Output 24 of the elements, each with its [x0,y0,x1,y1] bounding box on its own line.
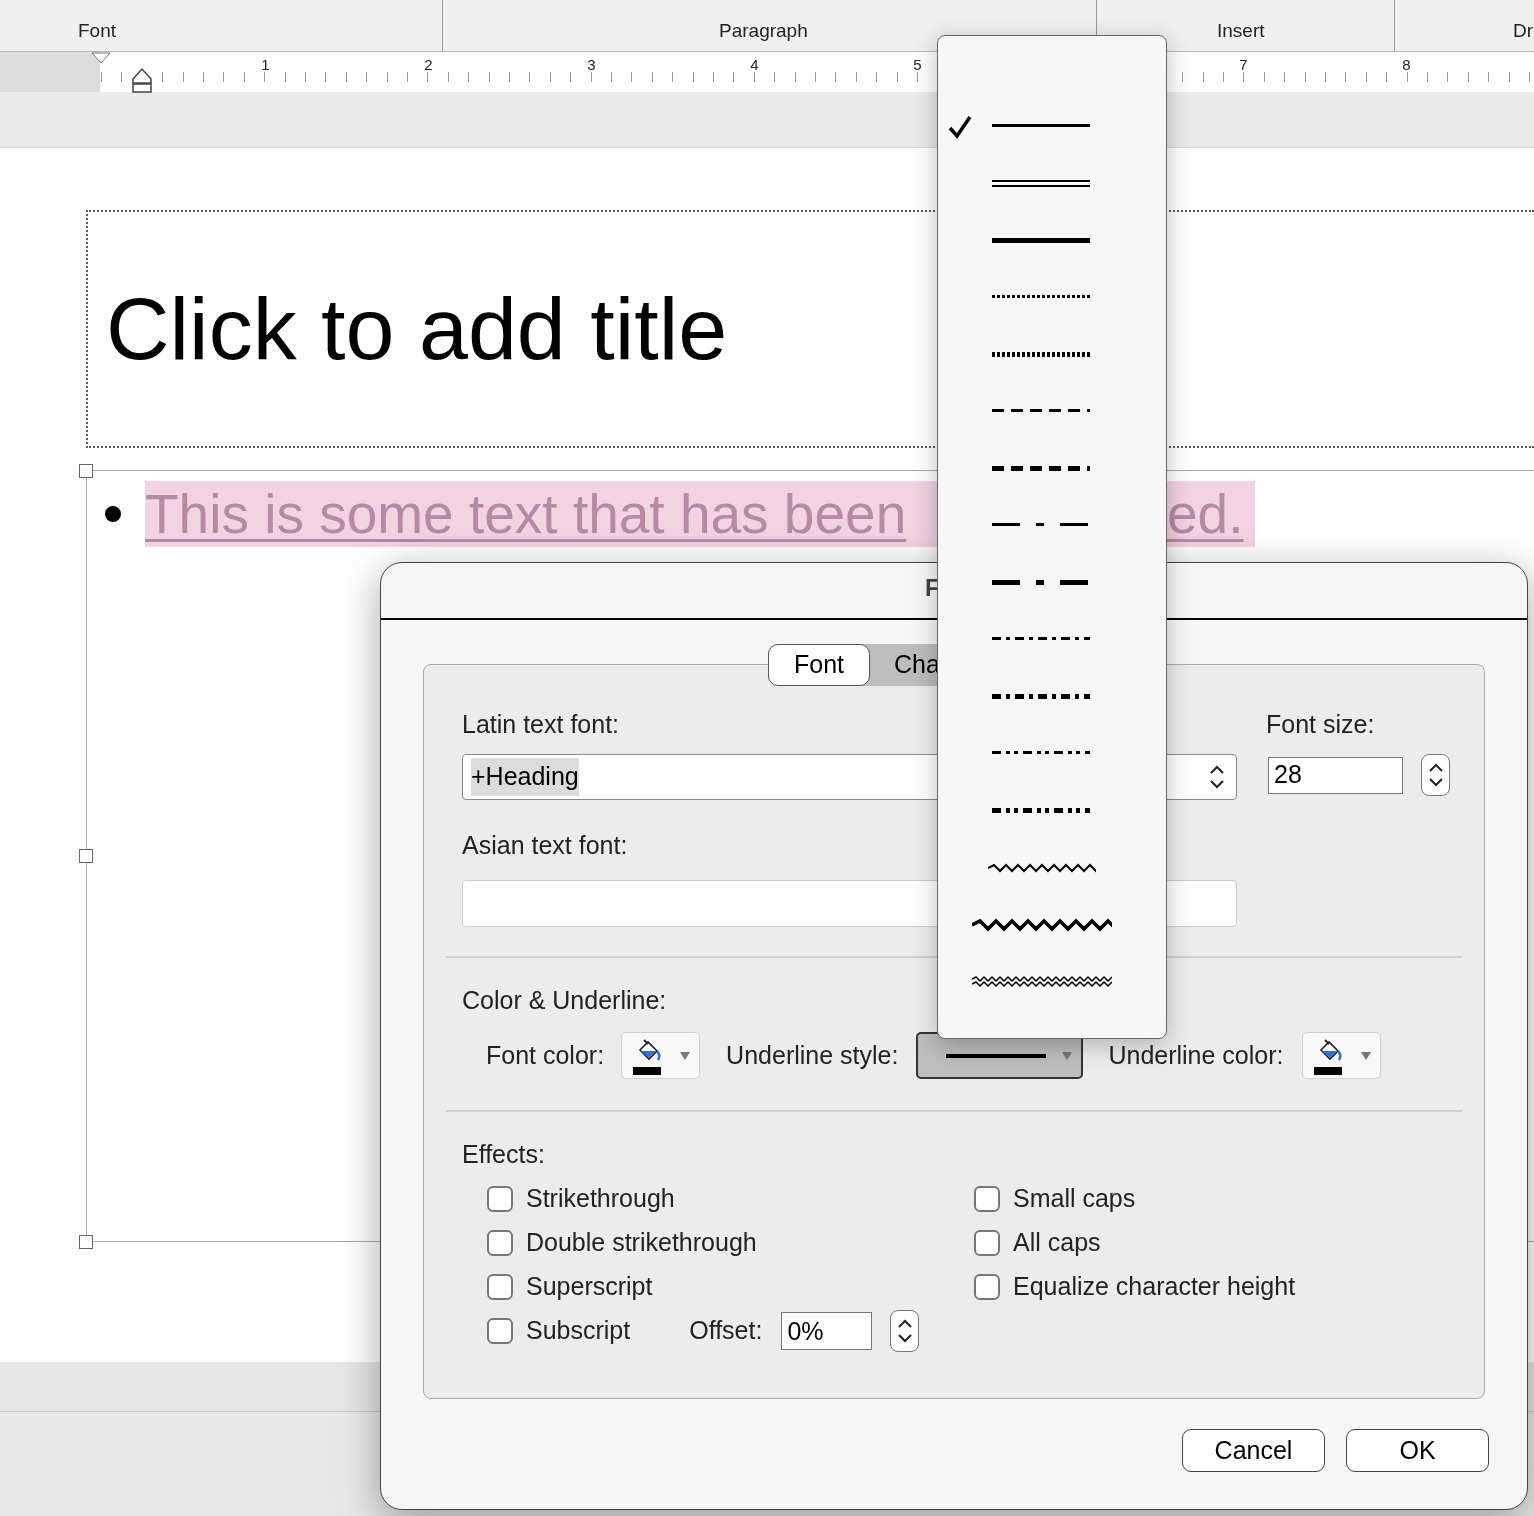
ruler-number: 5 [913,55,922,75]
ribbon-group-label: Insert [1217,18,1265,43]
field-label: Underline color: [1108,1039,1284,1071]
ruler-number: 4 [750,55,759,75]
field-label: Font color: [486,1039,605,1071]
ruler-number: 1 [261,55,270,75]
highlighted-text: This is some text that has been [145,481,937,547]
field-label: Font size: [1266,711,1376,737]
selected-text: +Heading [471,758,579,796]
ruler-number: 8 [1402,55,1411,75]
section-label: Effects: [462,1141,546,1167]
field-label: Underline style: [726,1039,899,1071]
title-placeholder-text: Click to add title [106,278,728,380]
highlighted-text: ed. [1167,481,1256,547]
ruler-number: 7 [1239,55,1248,75]
field-label: Asian text font: [462,832,629,858]
section-label: Color & Underline: [462,987,668,1013]
ruler-number: 2 [424,55,433,75]
ribbon-group-label: Font [78,18,117,43]
field-label: Offset: [689,1315,763,1347]
ruler-number: 3 [587,55,596,75]
ribbon-group-label: Dr [1513,18,1534,43]
ribbon-group-label: Paragraph [719,18,808,43]
field-label: Latin text font: [462,711,621,737]
